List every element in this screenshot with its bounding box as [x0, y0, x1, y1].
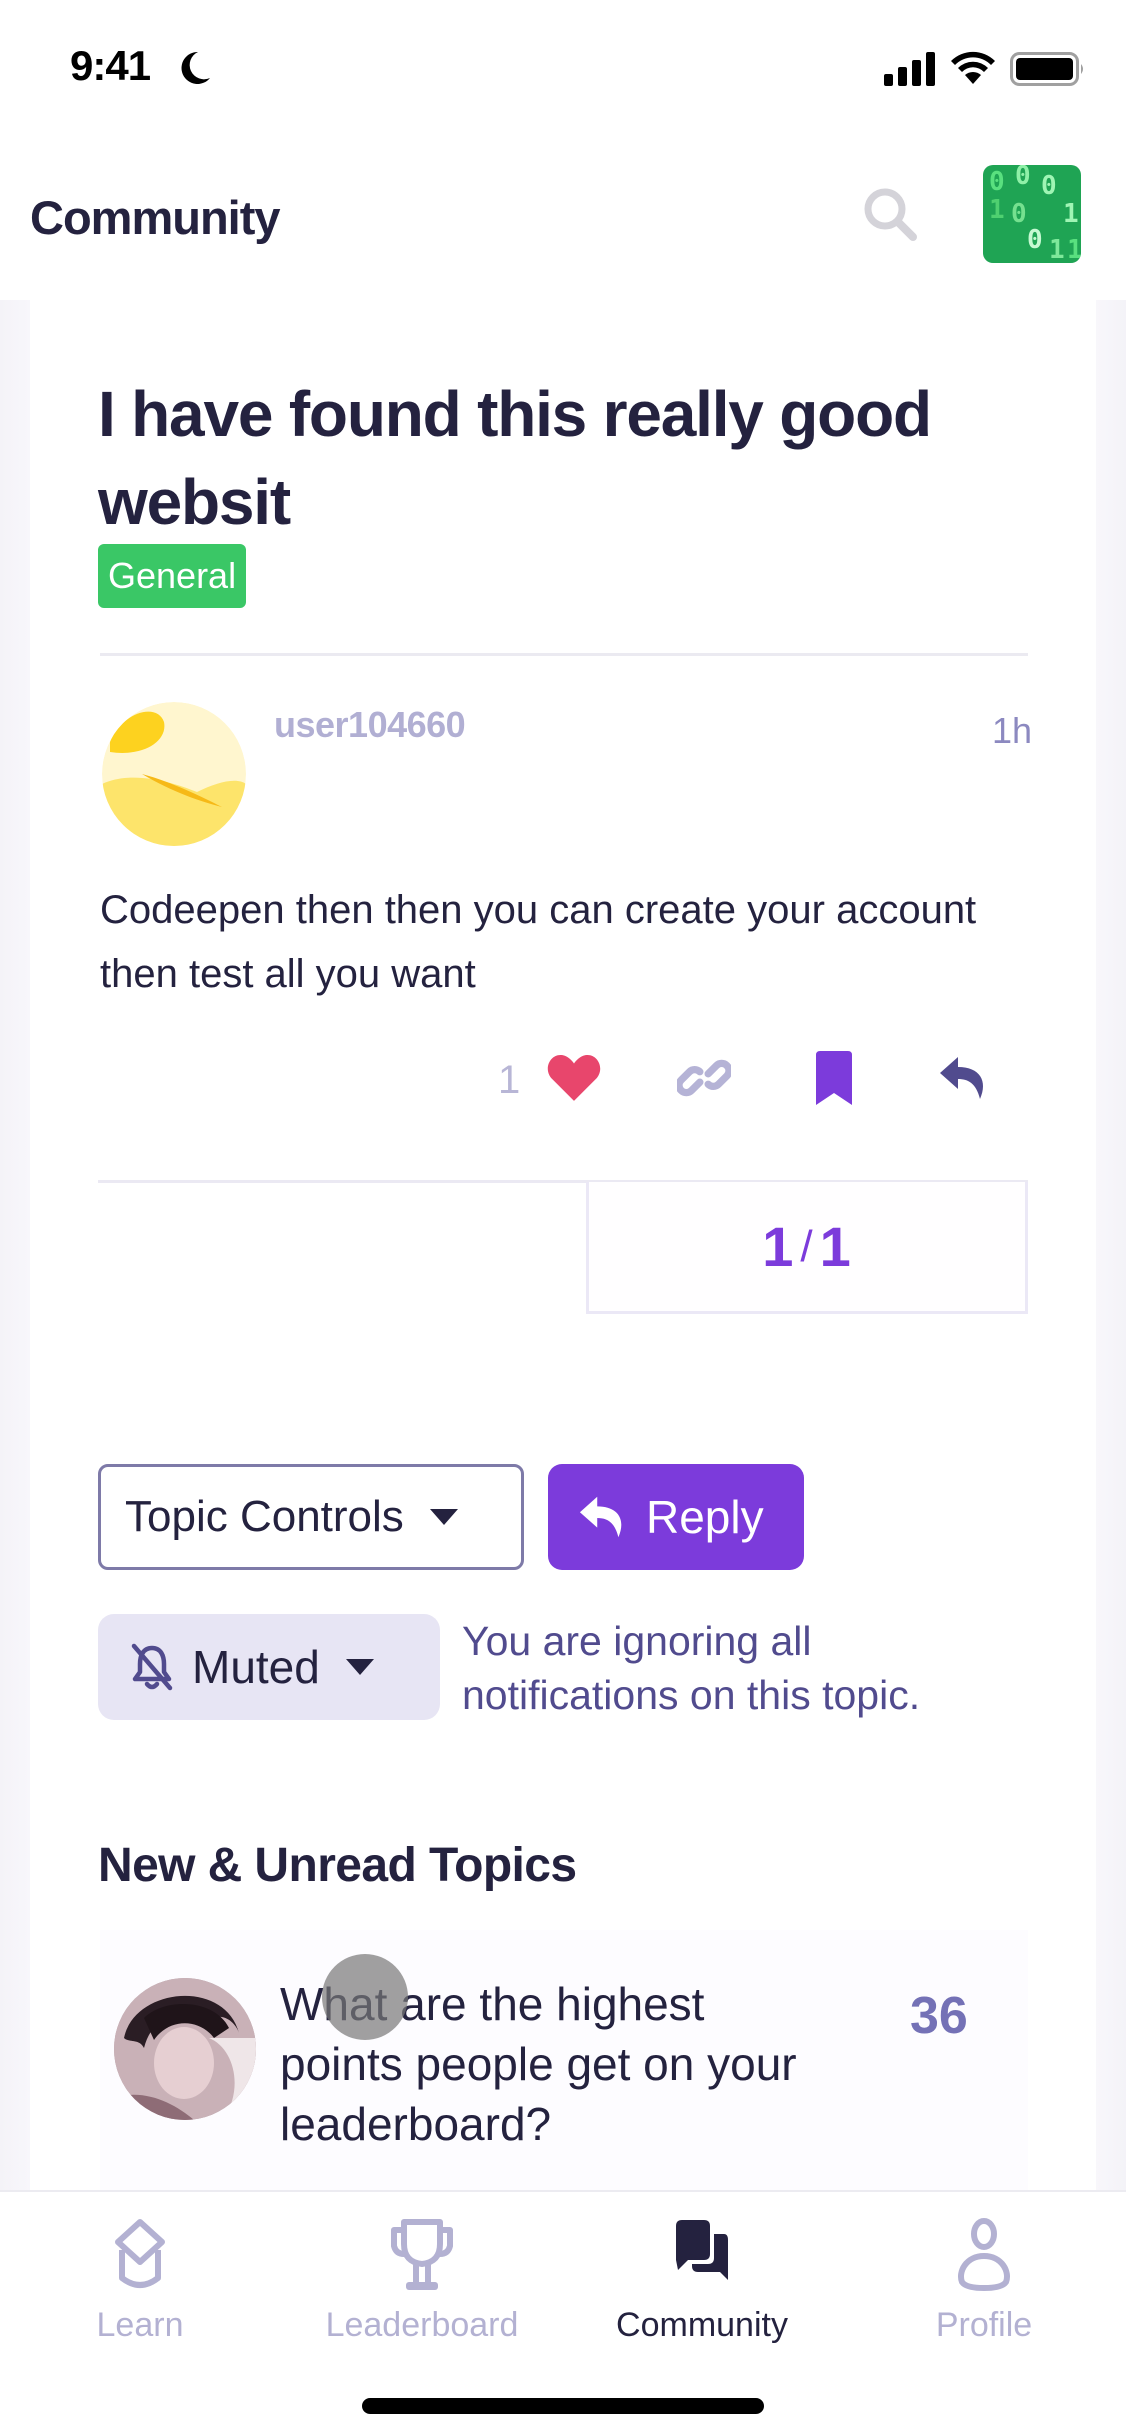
post-actions: 1 — [30, 1040, 1096, 1120]
desert-avatar-icon — [102, 702, 246, 846]
home-indicator[interactable] — [362, 2398, 764, 2414]
trophy-icon — [391, 2219, 453, 2290]
right-gutter — [1096, 300, 1126, 2190]
tab-label: Profile — [935, 2306, 1033, 2344]
avatar-glyph: 1 — [989, 195, 1005, 225]
reply-post-button[interactable] — [934, 1048, 994, 1108]
like-button[interactable] — [544, 1048, 604, 1108]
chat-bubbles-icon — [676, 2220, 728, 2280]
left-gutter — [0, 300, 30, 2190]
tab-profile[interactable]: Profile — [864, 2202, 1104, 2352]
moon-icon — [181, 51, 210, 84]
notification-note: You are ignoring all notifications on th… — [462, 1618, 921, 1718]
link-icon — [677, 1059, 731, 1097]
anime-avatar-icon — [114, 1978, 256, 2120]
topic-author-avatar — [114, 1978, 256, 2120]
copy-link-button[interactable] — [674, 1048, 734, 1108]
status-bar: 9:41 — [0, 0, 1126, 140]
tab-community[interactable]: Community — [582, 2202, 822, 2352]
new-unread-title: New & Unread Topics — [98, 1839, 577, 1892]
category-badge[interactable]: General — [98, 544, 247, 608]
topic-list-item[interactable]: What are the highest points people get o… — [100, 1930, 1028, 2190]
bell-slash-icon — [131, 1643, 173, 1691]
topic-title: I have found this really good websit — [98, 378, 932, 538]
bookmark-button[interactable] — [804, 1048, 864, 1108]
pager-separator: / — [800, 1221, 814, 1271]
topic-controls-label: Topic Controls — [125, 1492, 404, 1541]
caret-down-icon — [345, 1659, 374, 1675]
caret-down-icon — [429, 1509, 458, 1525]
topic-controls-dropdown[interactable]: Topic Controls — [98, 1464, 524, 1570]
reply-icon — [579, 1496, 622, 1538]
avatar-glyph: 0 — [1027, 225, 1043, 255]
avatar-glyph: 0 — [989, 167, 1005, 197]
topic-item-reply-count: 36 — [910, 1987, 968, 2045]
wifi-icon — [951, 51, 995, 84]
search-button[interactable] — [858, 182, 924, 248]
topic-card: I have found this really good websit Gen… — [30, 300, 1096, 2190]
reply-button-label: Reply — [646, 1491, 764, 1543]
screen: 9:41 Community 0 0 0 1 0 1 0 1 1 I have … — [0, 0, 1126, 2436]
signal-icon — [884, 52, 935, 86]
reply-icon — [940, 1057, 984, 1099]
tab-label: Learn — [96, 2306, 184, 2344]
divider — [100, 653, 1028, 656]
profile-avatar-button[interactable]: 0 0 0 1 0 1 0 1 1 — [983, 165, 1081, 263]
notification-level-label: Muted — [192, 1641, 320, 1693]
graduation-cap-icon — [115, 2219, 165, 2288]
tab-label: Community — [616, 2306, 788, 2344]
heart-icon — [547, 1054, 601, 1101]
touch-indicator — [322, 1954, 408, 2040]
post-username[interactable]: user104660 — [274, 704, 466, 746]
battery-icon — [1010, 52, 1083, 86]
bookmark-icon — [816, 1051, 852, 1105]
notification-level-dropdown[interactable]: Muted — [98, 1614, 440, 1720]
like-count: 1 — [498, 1058, 521, 1102]
tab-leaderboard[interactable]: Leaderboard — [302, 2202, 542, 2352]
avatar-glyph: 0 — [1041, 171, 1057, 201]
tab-label: Leaderboard — [325, 2306, 519, 2344]
avatar-glyph: 1 — [1067, 235, 1081, 263]
post-pager[interactable]: 1 / 1 — [586, 1182, 1028, 1314]
search-icon — [864, 188, 917, 241]
person-icon — [958, 2218, 1010, 2292]
avatar-glyph: 0 — [1015, 165, 1031, 191]
avatar-glyph: 1 — [1049, 235, 1065, 263]
post-timestamp: 1h — [992, 710, 1033, 751]
post-body: Codeepen then then you can create your a… — [100, 888, 977, 996]
app-header: Community 0 0 0 1 0 1 0 1 1 — [0, 150, 1126, 300]
status-time: 9:41 — [70, 42, 151, 89]
pager-total: 1 — [819, 1215, 852, 1278]
post-author-avatar[interactable] — [102, 702, 246, 846]
page-title: Community — [30, 191, 280, 244]
avatar-glyph: 0 — [1011, 199, 1027, 229]
avatar-glyph: 1 — [1063, 199, 1079, 229]
pager-current: 1 — [762, 1215, 795, 1278]
reply-button[interactable]: Reply — [548, 1464, 804, 1570]
tab-learn[interactable]: Learn — [20, 2202, 260, 2352]
